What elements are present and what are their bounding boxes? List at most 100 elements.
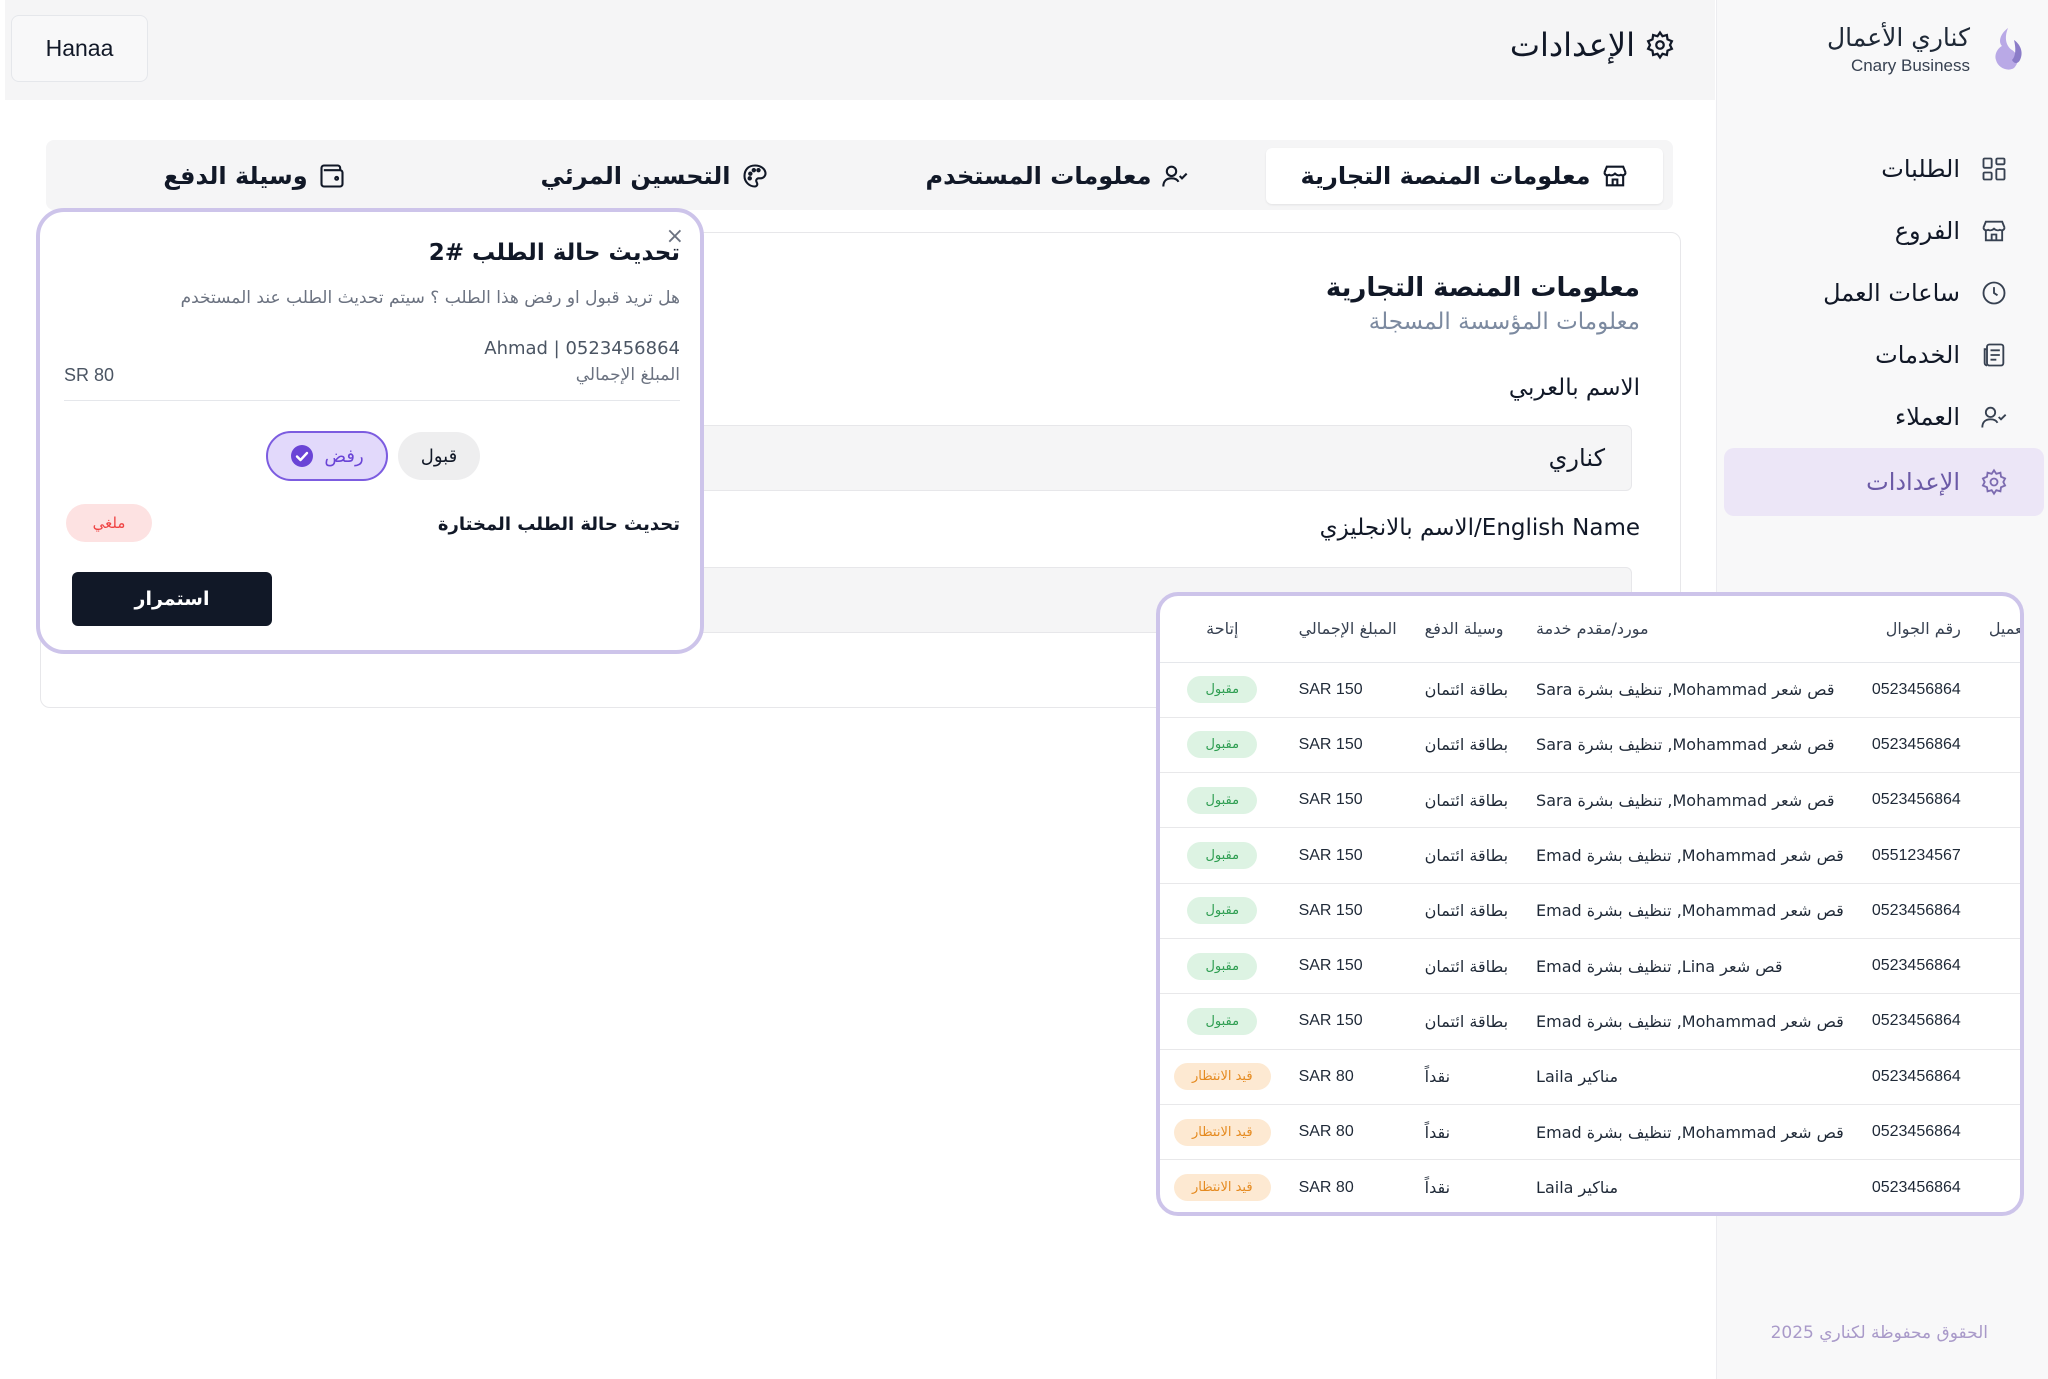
customer-name: Hanaa: [1974, 1049, 2020, 1105]
clock-icon: [1982, 281, 2006, 305]
continue-button[interactable]: استمرار: [72, 572, 272, 626]
table-row[interactable]: Hanaa0523456864مناكير LailaنقداًSAR 80قي…: [1160, 1160, 2020, 1212]
payment-method: بطاقة ائتمان: [1410, 662, 1523, 718]
customer-name: Hanaa: [1974, 662, 2020, 718]
status-cell: قيد الانتظار: [1160, 1160, 1285, 1212]
phone-number: 0523456864: [1857, 993, 1975, 1050]
store-icon: [1982, 220, 2006, 242]
sidebar-item-orders[interactable]: الطلبات: [1716, 138, 2048, 200]
status-badge[interactable]: مقبول: [1187, 842, 1258, 870]
status-badge[interactable]: مقبول: [1187, 731, 1258, 759]
column-status: إتاحة: [1160, 596, 1285, 663]
arabic-name-label: الاسم بالعربي: [1508, 375, 1640, 401]
status-badge[interactable]: قيد الانتظار: [1174, 1063, 1271, 1091]
card-title: معلومات المنصة التجارية: [1325, 273, 1640, 303]
service-provider: قص شعر Lina, تنظيف بشرة Emad: [1522, 938, 1858, 995]
tab-label: معلومات المستخدم: [925, 162, 1152, 190]
phone-number: 0523456864: [1857, 717, 1975, 774]
sidebar-item-working-hours[interactable]: ساعات العمل: [1716, 262, 2048, 324]
phone-number: 0523456864: [1857, 1104, 1975, 1161]
tab-label: وسيلة الدفع: [163, 162, 308, 190]
status-cell: مقبول: [1160, 662, 1285, 718]
modal-description: هل تريد قبول او رفض هذا الطلب ؟ سيتم تحد…: [180, 288, 680, 308]
table-row[interactable]: Hanaa0523456864قص شعر Mohammad, تنظيف بش…: [1160, 662, 2020, 718]
check-circle-icon: [291, 445, 314, 467]
status-badge[interactable]: مقبول: [1187, 952, 1258, 980]
sidebar-item-label: العملاء: [1894, 403, 1960, 431]
service-provider: مناكير Laila: [1536, 1178, 1619, 1198]
service-provider: قص شعر Mohammad, تنظيف بشرة Emad: [1522, 827, 1858, 884]
payment-method: بطاقة ائتمان: [1410, 883, 1523, 939]
payment-method: بطاقة ائتمان: [1410, 993, 1523, 1050]
table-row[interactable]: Ahmad0551234567قص شعر Mohammad, تنظيف بش…: [1160, 827, 2020, 884]
orders-table: معلومات العميلرقم الجوالمورد/مقدم خدمةوس…: [1160, 596, 2020, 1212]
tab-payment-method[interactable]: وسيلة الدفع: [56, 148, 453, 204]
palette-icon: [742, 164, 767, 188]
table-row[interactable]: Ahmad0523456864قص شعر Lina, تنظيف بشرة E…: [1160, 938, 2020, 995]
customer-name: Ahmad: [1974, 827, 2020, 884]
accept-button[interactable]: قبول: [398, 432, 480, 480]
phone-number: 0523456864: [1857, 662, 1975, 718]
status-badge[interactable]: مقبول: [1187, 1007, 1258, 1035]
gear-icon: [1981, 468, 2007, 496]
tab-platform-info[interactable]: معلومات المنصة التجارية: [1266, 148, 1663, 204]
status-badge[interactable]: مقبول: [1187, 786, 1258, 814]
table-row[interactable]: Ahmad0523456864قص شعر Mohammad, تنظيف بش…: [1160, 993, 2020, 1050]
tab-user-info[interactable]: معلومات المستخدم: [859, 148, 1256, 204]
sidebar-item-label: الإعدادات: [1866, 468, 1960, 496]
status-cell: مقبول: [1160, 827, 1285, 884]
service-provider: قص شعر Mohammad, تنظيف بشرة Emad: [1522, 1104, 1858, 1161]
sidebar-item-services[interactable]: الخدمات: [1716, 324, 2048, 386]
store-icon: [1602, 165, 1627, 187]
sidebar-item-label: ساعات العمل: [1823, 279, 1960, 307]
table-row[interactable]: Ahmad0523456864قص شعر Mohammad, تنظيف بش…: [1160, 1104, 2020, 1161]
total-amount: SAR 150: [1284, 772, 1411, 829]
sidebar-item-label: الطلبات: [1881, 155, 1960, 183]
table-row[interactable]: Hanaa0523456864قص شعر Mohammad, تنظيف بش…: [1160, 772, 2020, 829]
tab-label: التحسين المرئي: [540, 162, 731, 190]
tab-visual-enhancement[interactable]: التحسين المرئي: [456, 148, 853, 204]
phone-number: 0523456864: [1857, 938, 1975, 995]
service-provider: قص شعر Mohammad, تنظيف بشرة Sara: [1522, 772, 1858, 829]
payment-method: بطاقة ائتمان: [1410, 827, 1523, 884]
table-row[interactable]: Ahmad0523456864قص شعر Mohammad, تنظيف بش…: [1160, 717, 2020, 774]
copyright-footer: الحقوق محفوظة لكناري 2025: [1770, 1323, 1988, 1343]
brand[interactable]: كناري الأعمال Cnary Business: [1827, 22, 1970, 78]
phone-number: 0523456864: [1857, 883, 1975, 939]
status-badge[interactable]: مقبول: [1187, 676, 1258, 704]
status-badge[interactable]: قيد الانتظار: [1174, 1174, 1271, 1202]
modal-total-label: المبلغ الإجمالي: [575, 365, 680, 385]
card-subtitle: معلومات المؤسسة المسجلة: [1368, 309, 1640, 335]
sidebar-item-settings[interactable]: الإعدادات: [1724, 448, 2044, 516]
table-row[interactable]: Hanaa0523456864مناكير LailaنقداًSAR 80قي…: [1160, 1049, 2020, 1105]
customer-name: Hanaa: [1975, 1160, 2020, 1212]
reject-button[interactable]: رفض: [266, 431, 388, 481]
user-menu-button[interactable]: Hanaa: [11, 15, 148, 82]
status-badge: ملغي: [66, 504, 152, 542]
table-row[interactable]: Ahmad0523456864قص شعر Mohammad, تنظيف بش…: [1160, 883, 2020, 939]
status-badge[interactable]: مقبول: [1187, 897, 1258, 925]
payment-method: بطاقة ائتمان: [1410, 938, 1523, 995]
phone-number: 0523456864: [1857, 772, 1975, 829]
service-provider: مناكير Laila: [1522, 1049, 1858, 1105]
sidebar-item-label: الفروع: [1894, 217, 1960, 245]
grid-icon: [1982, 157, 2006, 181]
table-header-row: معلومات العميلرقم الجوالمورد/مقدم خدمةوس…: [1160, 596, 2020, 663]
tab-label: معلومات المنصة التجارية: [1300, 162, 1591, 190]
sidebar-nav: الطلبات الفروع ساعات العمل الخدمات العمل…: [1716, 138, 2048, 516]
page-title: الإعدادات: [1510, 26, 1675, 64]
orders-table-panel: معلومات العميلرقم الجوالمورد/مقدم خدمةوس…: [1156, 592, 2024, 1216]
status-cell: قيد الانتظار: [1160, 1049, 1285, 1105]
column-customer: معلومات العميل: [1974, 596, 2020, 663]
sidebar-item-customers[interactable]: العملاء: [1716, 386, 2048, 448]
total-amount: SAR 150: [1284, 883, 1411, 939]
total-amount: SAR 150: [1284, 938, 1411, 995]
status-cell: مقبول: [1160, 993, 1285, 1050]
status-cell: مقبول: [1160, 772, 1285, 829]
service-provider: قص شعر Mohammad, تنظيف بشرة Sara: [1522, 717, 1858, 774]
status-badge[interactable]: قيد الانتظار: [1174, 1118, 1271, 1146]
customer-name: Ahmad: [1974, 938, 2020, 995]
customer-name: Ahmad: [1974, 993, 2020, 1050]
selected-status-label: تحديث حالة الطلب المختارة: [437, 514, 680, 535]
sidebar-item-branches[interactable]: الفروع: [1716, 200, 2048, 262]
